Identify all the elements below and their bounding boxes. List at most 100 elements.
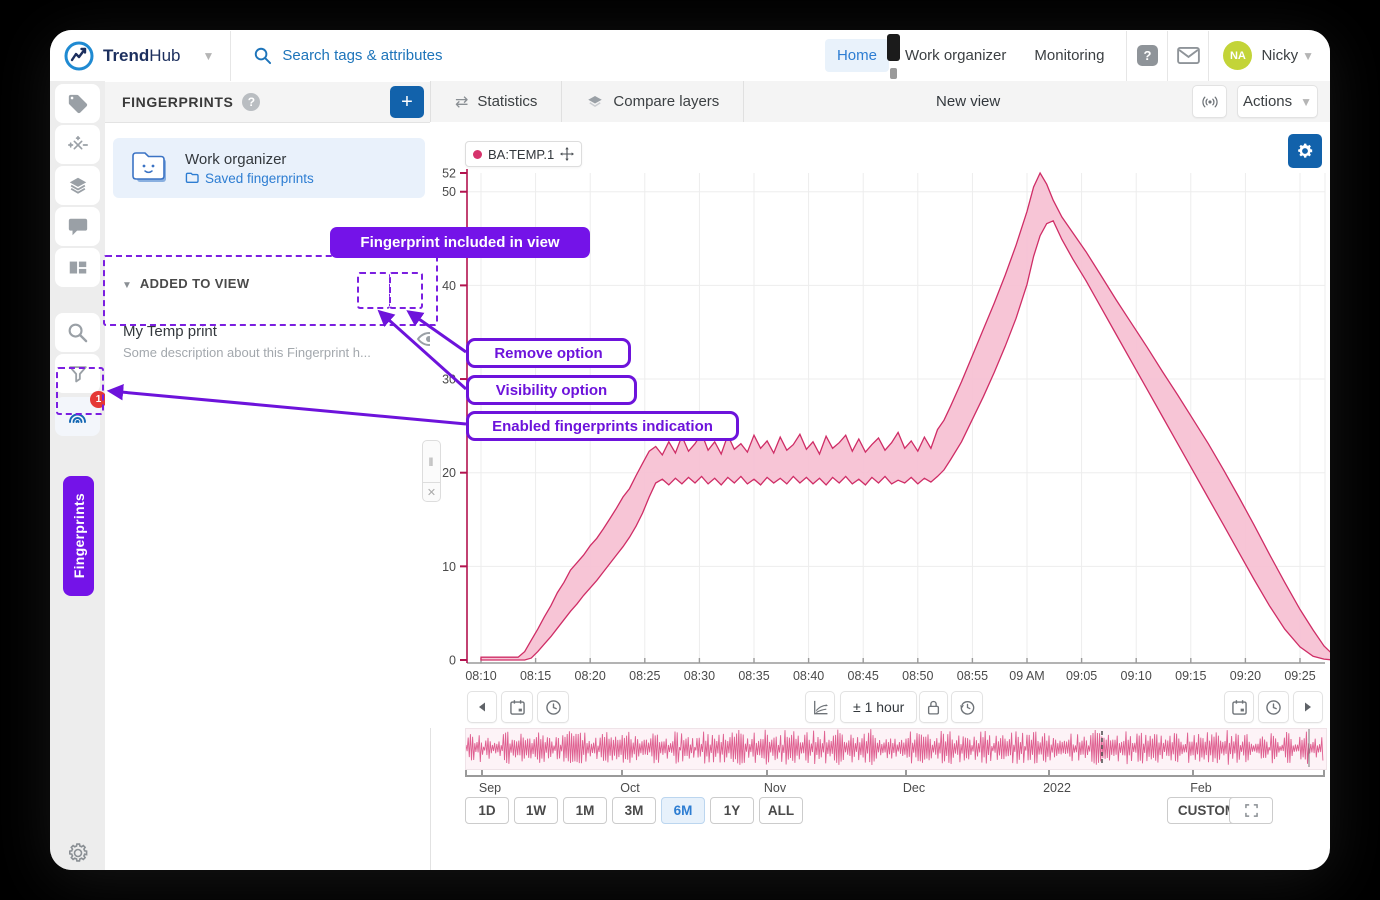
end-calendar-button[interactable] [1224,691,1254,723]
search-icon [66,321,89,344]
zoom-preset-1y[interactable]: 1Y [710,797,754,824]
x-axis-label: 08:30 [684,669,715,683]
context-signal [466,729,1324,767]
fingerprint-list-item[interactable]: My Temp print Some description about thi… [123,323,371,360]
nav-work-organizer[interactable]: Work organizer [893,39,1018,72]
view-title: New view [744,93,1192,110]
month-label: Dec [903,781,925,795]
mail-icon [1177,47,1200,64]
collapse-triangle-icon: ▼ [122,280,132,291]
broadcast-button[interactable] [1192,85,1227,118]
start-time-button[interactable] [537,691,569,723]
rail-fingerprints-button[interactable]: 1 [55,397,100,436]
callout-fingerprint-included: Fingerprint included in view [330,227,590,258]
start-calendar-button[interactable] [501,691,533,723]
work-organizer-title: Work organizer [185,151,314,168]
rail-dashboard-button[interactable] [55,248,100,287]
x-axis-label: 08:15 [520,669,551,683]
y-axis-label: 40 [442,279,456,293]
step-back-button[interactable] [467,691,497,723]
chart-area: 08:1008:1508:2008:2508:3008:3508:4008:45… [430,122,1330,691]
y-axis-label: 52 [442,167,456,181]
zoom-preset-1w[interactable]: 1W [514,797,558,824]
rail-settings-button[interactable] [55,833,100,870]
rail-search-button[interactable] [55,313,100,352]
zoom-preset-3m[interactable]: 3M [612,797,656,824]
zoom-preset-1m[interactable]: 1M [563,797,607,824]
fit-range-button[interactable] [1229,797,1273,824]
history-icon [959,699,976,716]
nav-monitoring[interactable]: Monitoring [1022,39,1116,72]
calendar-icon [1231,699,1248,716]
search-input[interactable]: Search tags & attributes [282,47,442,64]
tag-chip[interactable]: BA:TEMP.1 [465,141,582,167]
brand-name: TrendHub [103,46,180,66]
step-forward-button[interactable] [1293,691,1323,723]
lock-range-button[interactable] [919,691,948,723]
swap-arrows-icon: ⇄ [455,92,468,112]
rail-filter-button[interactable] [55,354,100,393]
y-axis-label: 10 [442,560,456,574]
add-fingerprint-button[interactable]: + [390,86,424,118]
user-chevron-down-icon: ▼ [1302,49,1314,63]
month-label: Oct [620,781,640,795]
brand[interactable]: TrendHub [50,41,180,71]
messages-button[interactable] [1168,36,1208,76]
context-mini-chart[interactable] [465,728,1327,770]
saved-fingerprints-link[interactable]: Saved fingerprints [185,171,314,186]
end-time-button[interactable] [1258,691,1289,723]
x-axis-label: 08:55 [957,669,988,683]
fingerprints-panel: FINGERPRINTS ? + Work organizer Saved fi… [105,81,431,870]
nav-home[interactable]: Home [825,39,889,72]
added-to-view-section[interactable]: ▼ ADDED TO VIEW [122,276,250,291]
fingerprint-icon [65,405,90,429]
context-selection-handle[interactable] [887,34,900,61]
zoom-preset-1d[interactable]: 1D [465,797,509,824]
search-bar[interactable]: Search tags & attributes [231,46,825,65]
tab-statistics[interactable]: ⇄ Statistics [430,81,562,122]
x-axis-label: 09 AM [1009,669,1044,683]
trend-chart[interactable]: 08:1008:1508:2008:2508:3008:3508:4008:45… [430,122,1330,691]
time-range-label: ± 1 hour [841,699,916,715]
calendar-icon [509,699,526,716]
chevron-down-icon: ▼ [1300,95,1312,109]
month-label: Sep [479,781,501,795]
x-axis-label: 09:25 [1284,669,1315,683]
x-axis-label: 09:15 [1175,669,1206,683]
context-selection-knob[interactable] [890,68,897,79]
rail-formulas-button[interactable] [55,125,100,164]
layers-icon [586,93,604,111]
fingerprints-panel-tab[interactable]: Fingerprints [63,476,94,596]
zoom-preset-6m[interactable]: 6M [661,797,705,824]
x-axis-label: 09:10 [1121,669,1152,683]
help-button[interactable]: ? [1127,36,1167,76]
history-button[interactable] [951,691,983,723]
panel-help-icon[interactable]: ? [242,93,260,111]
chevron-left-icon [478,702,486,712]
panel-resize-handle[interactable]: ‖ ✕ [422,440,441,502]
app-window: TrendHub ▼ Search tags & attributes Home… [50,30,1330,870]
brand-chevron-down-icon[interactable]: ▼ [202,49,214,63]
compare-trends-button[interactable] [805,691,835,723]
top-bar: TrendHub ▼ Search tags & attributes Home… [50,30,1330,82]
rail-tags-button[interactable] [55,84,100,123]
move-cross-icon[interactable] [560,147,574,161]
series-color-dot [473,150,482,159]
collapse-panel-button[interactable]: ✕ [422,483,441,502]
tab-compare-layers[interactable]: Compare layers [562,81,744,122]
user-menu[interactable]: NA Nicky ▼ [1209,41,1330,70]
main-nav: Home Work organizer Monitoring [825,39,1117,72]
month-label: 2022 [1043,781,1071,795]
chart-settings-button[interactable] [1288,134,1322,168]
user-name: Nicky [1261,47,1298,64]
work-organizer-card[interactable]: Work organizer Saved fingerprints [113,138,425,198]
x-axis-label: 08:20 [575,669,606,683]
x-axis-label: 08:50 [902,669,933,683]
actions-button[interactable]: Actions ▼ [1237,85,1318,118]
time-range-button[interactable]: ± 1 hour [840,691,917,723]
zoom-preset-all[interactable]: ALL [759,797,803,824]
rail-layers-button[interactable] [55,166,100,205]
month-label: Feb [1190,781,1212,795]
rail-comments-button[interactable] [55,207,100,246]
drag-grip-icon[interactable]: ‖ [422,440,441,483]
